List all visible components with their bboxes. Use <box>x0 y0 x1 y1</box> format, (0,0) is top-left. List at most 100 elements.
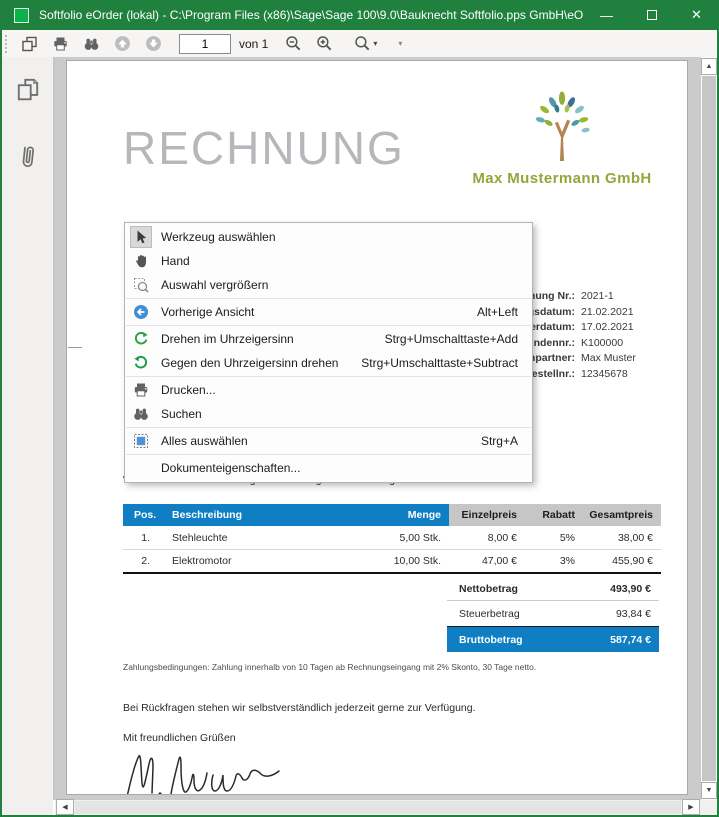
col-header-rabatt: Rabatt <box>523 509 579 521</box>
meta-value: 2021-1 <box>575 289 614 305</box>
fold-mark <box>68 347 82 348</box>
zoom-in-button[interactable] <box>312 32 337 56</box>
horizontal-scroll-thumb[interactable] <box>75 801 681 814</box>
cell-einzelpreis: 8,00 € <box>449 532 523 544</box>
cell-rabatt: 5% <box>523 532 579 544</box>
table-header-row: Pos. Beschreibung Menge Einzelpreis Raba… <box>123 504 661 526</box>
rotate-counterclockwise-icon <box>130 352 152 374</box>
col-header-pos: Pos. <box>123 509 164 521</box>
menu-item-auswahl-vergroessern[interactable]: Auswahl vergrößern <box>125 273 532 297</box>
menu-item-gegen-uhrzeigersinn[interactable]: Gegen den Uhrzeigersinn drehen Strg+Umsc… <box>125 351 532 375</box>
zoom-out-button[interactable] <box>281 32 306 56</box>
paperclip-icon <box>16 141 40 173</box>
total-tax-row: Steuerbetrag 93,84 € <box>447 601 659 626</box>
scroll-right-button[interactable]: ▶ <box>682 799 700 815</box>
triangle-up-icon: ▲ <box>706 63 713 70</box>
scroll-down-button[interactable]: ▼ <box>701 782 717 799</box>
table-row: 2. Elektromotor 10,00 Stk. 47,00 € 3% 45… <box>123 550 661 574</box>
cell-beschreibung: Stehleuchte <box>164 532 349 544</box>
meta-value: 17.02.2021 <box>575 320 634 336</box>
pages-panel-button[interactable] <box>10 71 46 107</box>
page-down-icon <box>145 35 162 52</box>
close-icon: ✕ <box>691 7 702 23</box>
cell-pos: 1. <box>123 532 164 544</box>
total-label: Steuerbetrag <box>447 608 616 620</box>
horizontal-scrollbar[interactable]: ◀ ▶ <box>55 800 701 815</box>
scroll-up-button[interactable]: ▲ <box>701 58 717 75</box>
total-net-row: Nettobetrag 493,90 € <box>447 578 659 601</box>
cell-gesamtpreis: 455,90 € <box>579 555 661 567</box>
menu-item-werkzeug-auswaehlen[interactable]: Werkzeug auswählen <box>125 225 532 249</box>
toolbar-overflow-dropdown[interactable]: ▾ <box>392 32 406 56</box>
menu-item-drehen-uhrzeigersinn[interactable]: Drehen im Uhrzeigersinn Strg+Umschalttas… <box>125 327 532 351</box>
col-header-gesamtpreis: Gesamtpreis <box>579 509 661 521</box>
meta-value: 12345678 <box>575 367 628 383</box>
payment-terms: Zahlungsbedingungen: Zahlung innerhalb v… <box>123 662 536 672</box>
app-window: Softfolio eOrder (lokal) - C:\Program Fi… <box>0 0 719 817</box>
left-sidebar <box>2 57 53 815</box>
maximize-icon <box>647 10 657 20</box>
minimize-button[interactable]: — <box>584 0 629 30</box>
menu-separator <box>126 427 531 428</box>
cell-menge: 10,00 Stk. <box>349 555 449 567</box>
previous-view-icon <box>130 301 152 323</box>
menu-item-dokumenteigenschaften[interactable]: Dokumenteigenschaften... <box>125 456 532 480</box>
cell-gesamtpreis: 38,00 € <box>579 532 661 544</box>
window-title: Softfolio eOrder (lokal) - C:\Program Fi… <box>39 8 584 22</box>
menu-item-drucken[interactable]: Drucken... <box>125 378 532 402</box>
col-header-einzelpreis: Einzelpreis <box>449 509 523 521</box>
cursor-icon <box>130 226 152 248</box>
chevron-down-icon: ▾ <box>373 39 377 48</box>
meta-value: K100000 <box>575 336 623 352</box>
menu-separator <box>126 376 531 377</box>
meta-value: Max Muster <box>575 351 636 367</box>
company-name: Max Mustermann GmbH <box>467 170 657 187</box>
page-number-input[interactable] <box>179 34 231 54</box>
menu-item-vorherige-ansicht[interactable]: Vorherige Ansicht Alt+Left <box>125 300 532 324</box>
export-icon <box>21 36 38 52</box>
total-value: 493,90 € <box>610 583 659 595</box>
next-page-button[interactable] <box>141 32 166 56</box>
search-icon <box>83 36 100 52</box>
maximize-button[interactable] <box>629 0 674 30</box>
zoom-tool-dropdown-icon <box>354 35 371 52</box>
meta-value: 21.02.2021 <box>575 305 634 321</box>
search-icon <box>130 403 152 425</box>
total-gross-row: Bruttobetrag 587,74 € <box>447 626 659 652</box>
app-icon <box>14 8 29 23</box>
previous-page-button[interactable] <box>110 32 135 56</box>
page-count-label: von 1 <box>239 37 268 51</box>
scroll-left-button[interactable]: ◀ <box>56 799 74 815</box>
total-value: 587,74 € <box>610 634 659 646</box>
attachments-panel-button[interactable] <box>10 139 46 175</box>
cell-menge: 5,00 Stk. <box>349 532 449 544</box>
scrollbar-corner <box>701 800 717 815</box>
search-button[interactable] <box>79 32 104 56</box>
menu-item-hand[interactable]: Hand <box>125 249 532 273</box>
cell-beschreibung: Elektromotor <box>164 555 349 567</box>
toolbar-grip[interactable] <box>5 35 8 53</box>
menu-item-alles-auswaehlen[interactable]: Alles auswählen Strg+A <box>125 429 532 453</box>
vertical-scroll-thumb[interactable] <box>702 76 716 781</box>
menu-item-suchen[interactable]: Suchen <box>125 402 532 426</box>
hand-icon <box>130 250 152 272</box>
col-header-menge: Menge <box>349 509 449 521</box>
print-button[interactable] <box>48 32 73 56</box>
cell-pos: 2. <box>123 555 164 567</box>
closing-line: Bei Rückfragen stehen wir selbstverständ… <box>123 702 476 714</box>
zoom-tool-dropdown[interactable]: ▾ <box>350 32 381 56</box>
menu-separator <box>126 325 531 326</box>
triangle-down-icon: ▼ <box>706 787 713 794</box>
export-button[interactable] <box>17 32 42 56</box>
col-header-beschreibung: Beschreibung <box>164 509 349 521</box>
rotate-clockwise-icon <box>130 328 152 350</box>
vertical-scrollbar[interactable]: ▲ ▼ <box>701 57 717 800</box>
zoom-selection-icon <box>130 274 152 296</box>
line-items-table: Pos. Beschreibung Menge Einzelpreis Raba… <box>123 504 661 574</box>
close-button[interactable]: ✕ <box>674 0 719 30</box>
cell-einzelpreis: 47,00 € <box>449 555 523 567</box>
zoom-in-icon <box>316 35 333 52</box>
menu-separator <box>126 298 531 299</box>
minimize-icon: — <box>600 8 613 23</box>
triangle-right-icon: ▶ <box>688 803 693 811</box>
